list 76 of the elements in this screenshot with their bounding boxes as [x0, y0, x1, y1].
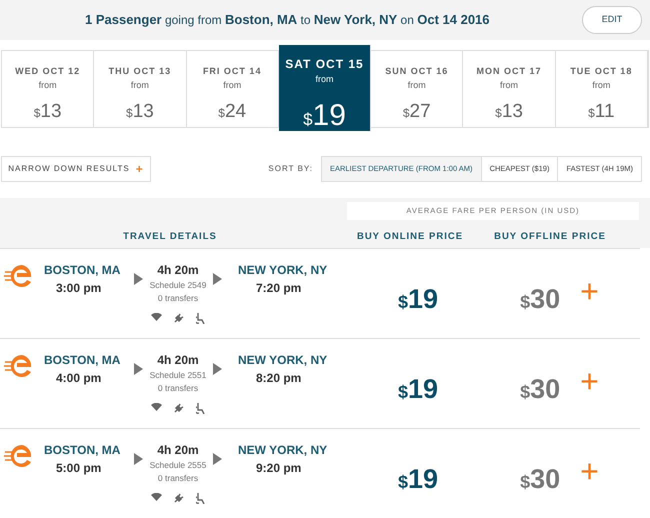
sort-label: SORT BY:	[268, 163, 314, 175]
duration: 4h 20m	[157, 262, 199, 279]
duration: 4h 20m	[157, 442, 199, 459]
plug-icon	[174, 402, 184, 412]
arrow-icon	[213, 453, 222, 465]
from-label: from	[223, 78, 242, 92]
depart-time: 4:00 pm	[56, 370, 102, 387]
from-label: from	[315, 73, 334, 86]
from-label: from	[592, 78, 610, 92]
online-price: $19	[398, 463, 438, 496]
arrow-icon	[134, 273, 143, 285]
schedule-number: Schedule 2551	[150, 369, 206, 382]
offline-price: $30	[520, 283, 560, 316]
edit-button[interactable]: EDIT	[582, 6, 642, 34]
schedule-number: Schedule 2549	[150, 279, 206, 292]
arrive-time: 8:20 pm	[256, 370, 302, 387]
arrive-time: 9:20 pm	[256, 460, 302, 477]
bus-logo-icon	[4, 353, 32, 379]
arrive-time: 7:20 pm	[256, 280, 302, 297]
arrow-icon	[134, 453, 143, 465]
date-price: $24	[218, 100, 246, 124]
transfer-count: 0 transfers	[158, 382, 198, 394]
date-label: WED OCT 12	[15, 65, 80, 78]
date-label: SAT OCT 15	[285, 56, 364, 73]
offline-price: $30	[520, 373, 560, 406]
offline-price: $30	[520, 463, 560, 496]
wheelchair-icon	[196, 312, 205, 324]
destination-city: NEW YORK, NY	[238, 262, 328, 279]
destination-city: NEW YORK, NY	[238, 442, 328, 459]
from-label: from	[130, 78, 149, 92]
column-header: BUY ONLINE PRICE	[356, 230, 464, 244]
date-price: $27	[402, 100, 431, 124]
date-label: THU OCT 13	[108, 65, 172, 78]
date-label: SUN OCT 16	[385, 65, 448, 78]
date-label: MON OCT 17	[476, 65, 542, 78]
transfer-count: 0 transfers	[158, 472, 198, 484]
date-price: $11	[588, 100, 615, 124]
column-header: BUY OFFLINE PRICE	[493, 230, 607, 244]
origin-city: BOSTON, MA	[44, 262, 122, 279]
duration: 4h 20m	[157, 352, 199, 369]
narrow-results-button[interactable]: NARROW DOWN RESULTS +	[1, 156, 151, 182]
arrow-icon	[213, 273, 222, 285]
date-tab[interactable]: SAT OCT 15 from $19	[278, 45, 372, 131]
date-price: $13	[495, 100, 523, 124]
wifi-icon	[151, 312, 162, 320]
date-price: $19	[303, 98, 346, 134]
column-header: TRAVEL DETAILS	[122, 230, 218, 244]
bus-logo-icon	[4, 263, 32, 289]
from-label: from	[38, 78, 57, 92]
schedule-number: Schedule 2555	[150, 459, 206, 472]
date-label: FRI OCT 14	[202, 65, 262, 78]
plug-icon	[174, 492, 184, 502]
date-price: $13	[34, 100, 62, 124]
transfer-count: 0 transfers	[158, 292, 198, 304]
wifi-icon	[151, 492, 162, 500]
origin-city: BOSTON, MA	[44, 352, 122, 369]
destination-city: NEW YORK, NY	[238, 352, 328, 369]
online-price: $19	[398, 283, 438, 316]
from-label: from	[408, 78, 426, 92]
arrow-icon	[134, 363, 143, 375]
origin-city: BOSTON, MA	[44, 442, 122, 459]
from-label: from	[500, 78, 518, 92]
arrow-icon	[213, 363, 222, 375]
depart-time: 5:00 pm	[56, 460, 102, 477]
wheelchair-icon	[196, 492, 205, 504]
wifi-icon	[151, 402, 162, 410]
plus-icon: +	[136, 160, 144, 178]
trip-summary: 1 Passenger going from Boston, MA to New York, NY on Oct 14 2016	[85, 11, 490, 30]
online-price: $19	[398, 373, 438, 406]
depart-time: 3:00 pm	[56, 280, 102, 297]
date-label: TUE OCT 18	[570, 65, 632, 78]
wheelchair-icon	[196, 402, 205, 414]
plug-icon	[174, 312, 184, 322]
bus-logo-icon	[4, 443, 32, 469]
narrow-label: NARROW DOWN RESULTS	[8, 163, 130, 175]
date-price: $13	[126, 100, 154, 124]
